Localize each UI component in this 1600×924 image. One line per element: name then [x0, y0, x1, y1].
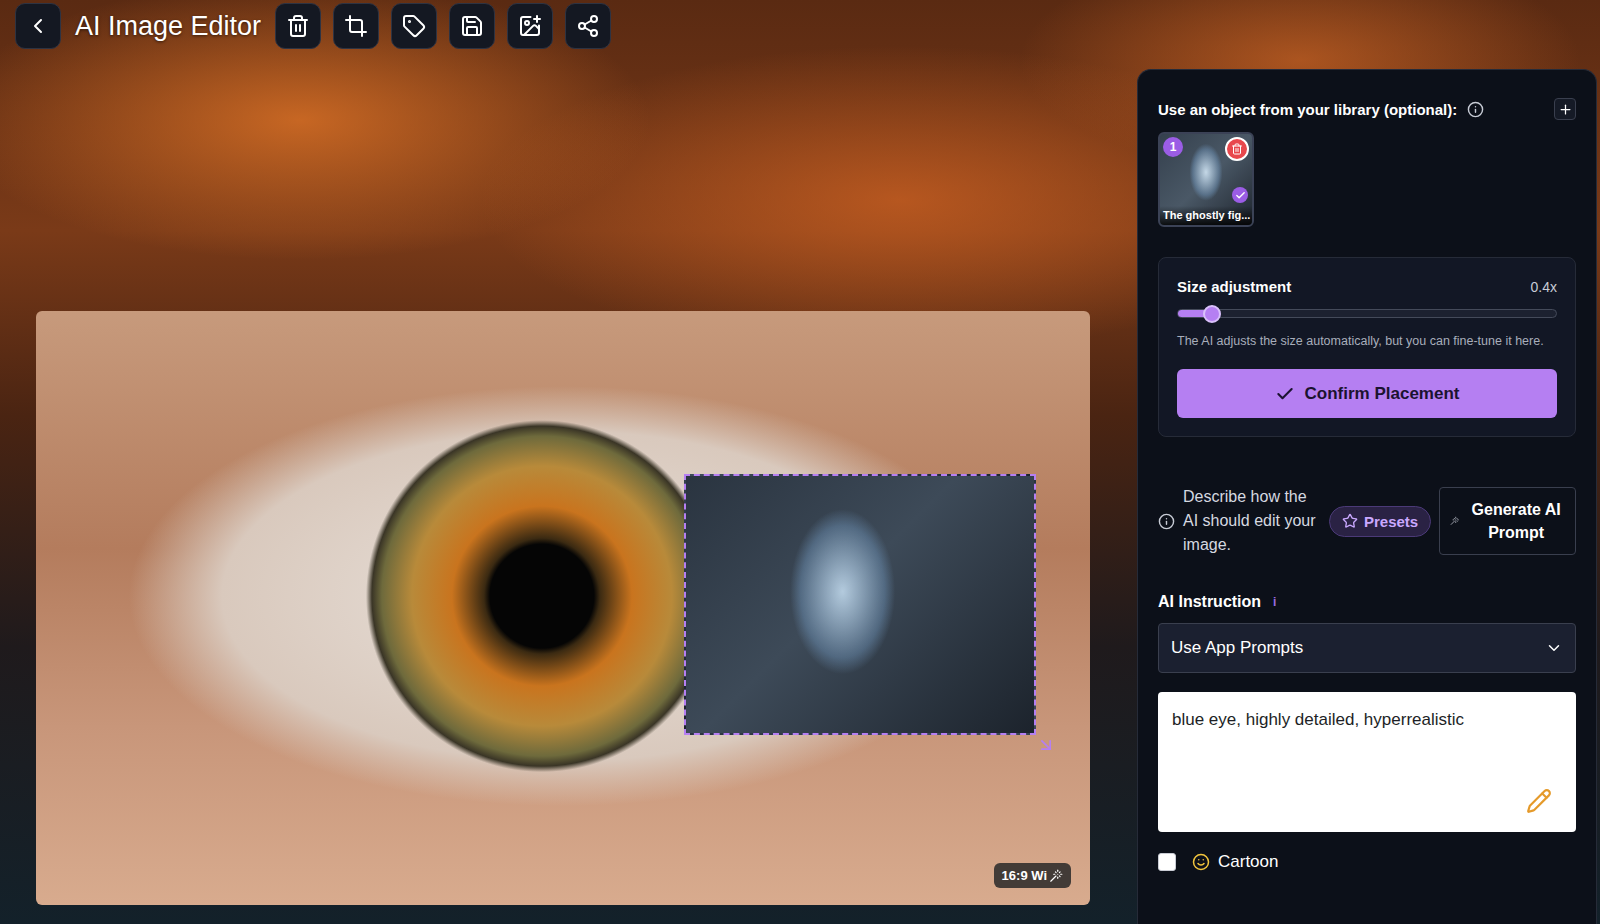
- wand-icon: [1450, 514, 1459, 528]
- style-option[interactable]: Cartoon: [1158, 852, 1576, 872]
- generate-prompt-button[interactable]: Generate AI Prompt: [1439, 487, 1576, 555]
- describe-row: Describe how the AI should edit your ima…: [1158, 485, 1576, 557]
- option-checkbox[interactable]: [1158, 853, 1176, 871]
- slider-thumb[interactable]: [1203, 305, 1221, 323]
- size-card: Size adjustment 0.4x The AI adjusts the si…: [1158, 257, 1576, 437]
- chevron-left-icon: [26, 14, 50, 38]
- tag-icon: [402, 14, 426, 38]
- resize-handle[interactable]: [1036, 735, 1056, 755]
- info-mark[interactable]: i: [1273, 595, 1276, 609]
- aspect-badge[interactable]: 16:9 Wi: [994, 863, 1071, 888]
- resize-arrow-icon: [1036, 735, 1056, 755]
- trash-icon: [286, 14, 310, 38]
- instruction-label: AI Instruction: [1158, 593, 1261, 611]
- editor-page: AI Image Editor 16:9 Wi Use an object from…: [0, 0, 1600, 924]
- instruction-header: AI Instruction i: [1158, 593, 1576, 611]
- add-image-button[interactable]: [507, 3, 553, 49]
- index-badge: 1: [1163, 137, 1183, 157]
- size-label: Size adjustment: [1177, 278, 1291, 295]
- library-list: 1 The ghostly fig...: [1158, 132, 1576, 227]
- info-icon[interactable]: [1467, 101, 1484, 118]
- image-plus-icon: [518, 14, 542, 38]
- pencil-icon: [1526, 788, 1552, 814]
- star-icon: [1342, 513, 1358, 529]
- confirm-placement-button[interactable]: Confirm Placement: [1177, 369, 1557, 418]
- trash-icon: [1231, 143, 1243, 155]
- remove-item-button[interactable]: [1225, 137, 1249, 161]
- canvas-area: 16:9 Wi: [0, 52, 1137, 924]
- share-icon: [576, 14, 600, 38]
- check-icon: [1235, 190, 1246, 201]
- toolbar: AI Image Editor: [0, 0, 1137, 52]
- back-button[interactable]: [15, 3, 61, 49]
- plus-icon: [1558, 102, 1573, 117]
- chevron-down-icon: [1545, 639, 1563, 657]
- size-slider[interactable]: [1177, 309, 1557, 318]
- prompt-mode-select[interactable]: Use App Prompts: [1158, 623, 1576, 673]
- pencil-mark: [1526, 788, 1552, 814]
- selected-badge: [1232, 187, 1248, 203]
- crop-button[interactable]: [333, 3, 379, 49]
- tag-button[interactable]: [391, 3, 437, 49]
- describe-text: Describe how the AI should edit your ima…: [1183, 485, 1321, 557]
- prompt-input[interactable]: blue eye, highly detailed, hyperrealisti…: [1158, 692, 1576, 832]
- library-header: Use an object from your library (optiona…: [1158, 98, 1576, 120]
- library-label: Use an object from your library (optiona…: [1158, 101, 1457, 118]
- save-icon: [460, 14, 484, 38]
- add-object-button[interactable]: [1554, 98, 1576, 120]
- side-panel: Use an object from your library (optiona…: [1137, 69, 1597, 924]
- share-button[interactable]: [565, 3, 611, 49]
- crop-icon: [344, 14, 368, 38]
- size-value: 0.4x: [1531, 279, 1557, 295]
- size-hint: The AI adjusts the size automatically, b…: [1177, 332, 1557, 351]
- library-item[interactable]: 1 The ghostly fig...: [1158, 132, 1254, 227]
- page-title: AI Image Editor: [75, 11, 261, 42]
- workspace: AI Image Editor 16:9 Wi: [0, 0, 1137, 924]
- info-icon[interactable]: [1158, 513, 1175, 530]
- placed-object[interactable]: [684, 474, 1036, 735]
- eye-photo: 16:9 Wi: [36, 311, 1090, 905]
- delete-button[interactable]: [275, 3, 321, 49]
- magic-wand-icon: [1049, 869, 1063, 883]
- item-caption: The ghostly fig...: [1160, 206, 1252, 225]
- smiley-icon: [1192, 853, 1210, 871]
- save-button[interactable]: [449, 3, 495, 49]
- presets-button[interactable]: Presets: [1329, 506, 1431, 537]
- check-icon: [1275, 384, 1295, 404]
